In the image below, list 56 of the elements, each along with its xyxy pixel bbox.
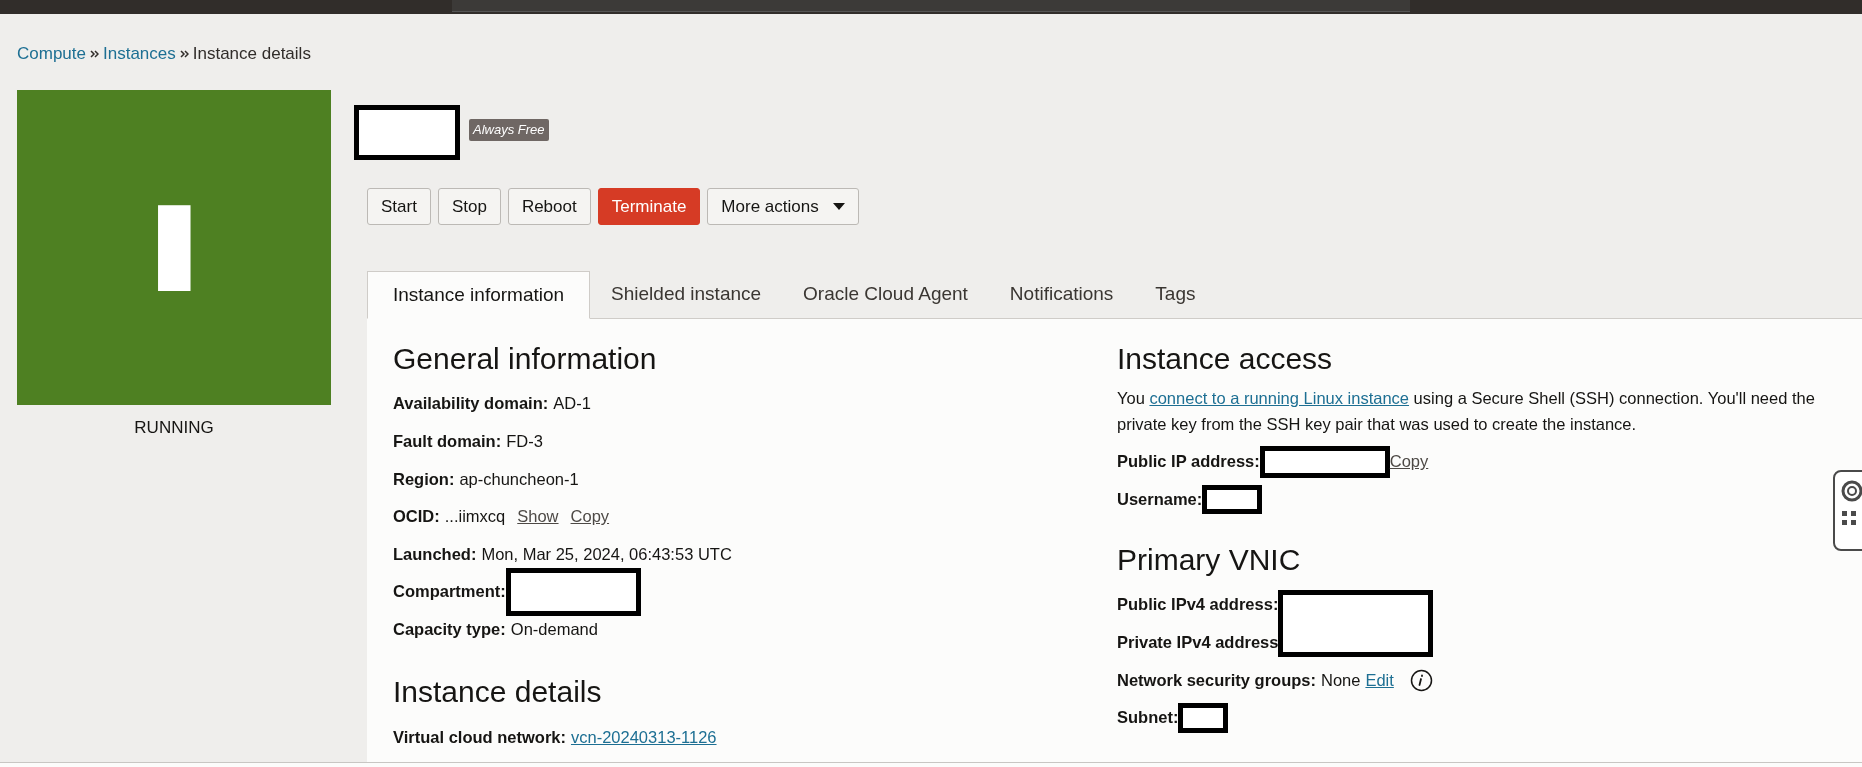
grid-icon	[1841, 510, 1857, 526]
help-widget[interactable]	[1833, 470, 1862, 551]
field-label: Launched:	[393, 543, 477, 565]
action-button[interactable]: Terminate	[597, 188, 701, 225]
field-label: Availability domain:	[393, 393, 549, 415]
field-label: OCID:	[393, 506, 440, 528]
field-value: ...iimxcq	[444, 506, 506, 528]
field-label: Public IPv4 address:	[1117, 594, 1279, 616]
redaction-box	[1178, 702, 1229, 733]
breadcrumb-link[interactable]: Instances	[103, 41, 176, 67]
action-button[interactable]: Reboot	[507, 188, 591, 225]
field-label: Public IP address:	[1117, 451, 1260, 473]
caret-icon	[832, 203, 845, 210]
field-value: None	[1320, 669, 1361, 691]
ssh-help-link[interactable]: connect to a running Linux instance	[1149, 389, 1410, 407]
section-heading: Instance access	[1117, 341, 1334, 377]
field-value: Mon, Mar 25, 2024, 06:43:53 UTC	[481, 543, 732, 565]
field-label: Fault domain:	[393, 431, 502, 452]
field-label: Compartment:	[393, 581, 506, 603]
field-label: Virtual cloud network:	[393, 726, 566, 748]
tab[interactable]: Notifications	[988, 271, 1135, 318]
instance-state: RUNNING	[134, 417, 214, 439]
redaction-box	[1202, 484, 1263, 514]
action-button[interactable]: Stop	[437, 188, 501, 225]
tab[interactable]: Oracle Cloud Agent	[782, 271, 989, 318]
field-label: Username:	[1117, 489, 1203, 510]
breadcrumb-current: Instance details	[192, 43, 311, 66]
chevron-icon	[179, 50, 189, 58]
field-label: Network security groups:	[1117, 669, 1316, 691]
always-free-badge: Always Free	[469, 119, 549, 141]
field-value: FD-3	[506, 431, 543, 452]
field-value: ap-chuncheon-1	[459, 468, 579, 490]
section-heading: Instance details	[393, 674, 603, 711]
field-value: On-demand	[510, 619, 598, 640]
section-heading: Primary VNIC	[1117, 542, 1302, 579]
access-description: You connect to a running Linux instance using a Secure Shell (SSH) connection. You'll need the private key from the SSH key pair that was used to create the instance.	[1117, 388, 1816, 435]
action-button[interactable]: Start	[367, 188, 431, 225]
section-heading: General information	[393, 341, 658, 377]
field-label: Private IPv4 address	[1117, 631, 1279, 653]
field-label: Region:	[393, 468, 455, 490]
edit-link[interactable]: Edit	[1365, 667, 1394, 693]
network-link[interactable]: vcn-20240313-1126	[570, 724, 717, 750]
chevron-icon	[90, 50, 99, 58]
field-label: Subnet:	[1117, 707, 1179, 729]
tab[interactable]: Tags	[1134, 271, 1217, 318]
more-actions-button[interactable]: More actions	[707, 188, 859, 225]
action-link[interactable]: Copy	[1389, 449, 1429, 475]
info-icon[interactable]	[1409, 668, 1433, 692]
field-value: AD-1	[553, 393, 591, 415]
action-link[interactable]: Show	[517, 504, 559, 529]
tab[interactable]: Shielded instance	[590, 271, 783, 318]
field-label: Capacity type:	[393, 619, 506, 640]
instance-initial: I	[142, 185, 206, 310]
tab[interactable]: Instance information	[367, 271, 591, 319]
breadcrumb-link[interactable]: Compute	[17, 41, 86, 67]
action-link[interactable]: Copy	[570, 504, 610, 529]
